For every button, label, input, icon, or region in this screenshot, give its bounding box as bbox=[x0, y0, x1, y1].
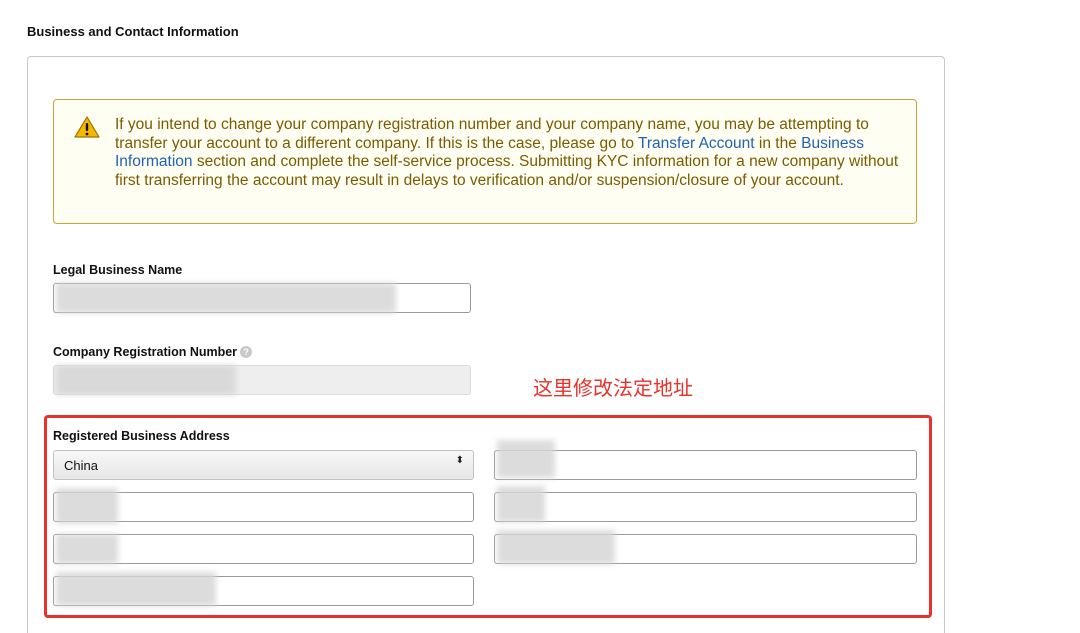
legal-business-name-label: Legal Business Name bbox=[53, 263, 183, 277]
transfer-account-link[interactable]: Transfer Account bbox=[638, 135, 755, 152]
company-registration-number-label-text: Company Registration Number bbox=[53, 345, 238, 359]
alert-text-part-3: section and complete the self-service pr… bbox=[115, 153, 899, 189]
redacted-overlay bbox=[56, 283, 396, 313]
alert-text-part-2: in the bbox=[754, 134, 802, 152]
redacted-overlay bbox=[56, 365, 236, 395]
question-mark-icon[interactable]: ? bbox=[240, 346, 253, 358]
company-registration-number-label: Company Registration Number? bbox=[53, 345, 253, 359]
page: Business and Contact Information If you … bbox=[0, 0, 1080, 633]
alert-message: If you intend to change your company reg… bbox=[115, 116, 905, 190]
annotation-text: 这里修改法定地址 bbox=[533, 376, 693, 400]
highlight-box bbox=[44, 415, 932, 618]
section-title: Business and Contact Information bbox=[27, 24, 239, 39]
warning-triangle-icon bbox=[74, 116, 100, 138]
warning-alert: If you intend to change your company reg… bbox=[53, 99, 917, 224]
